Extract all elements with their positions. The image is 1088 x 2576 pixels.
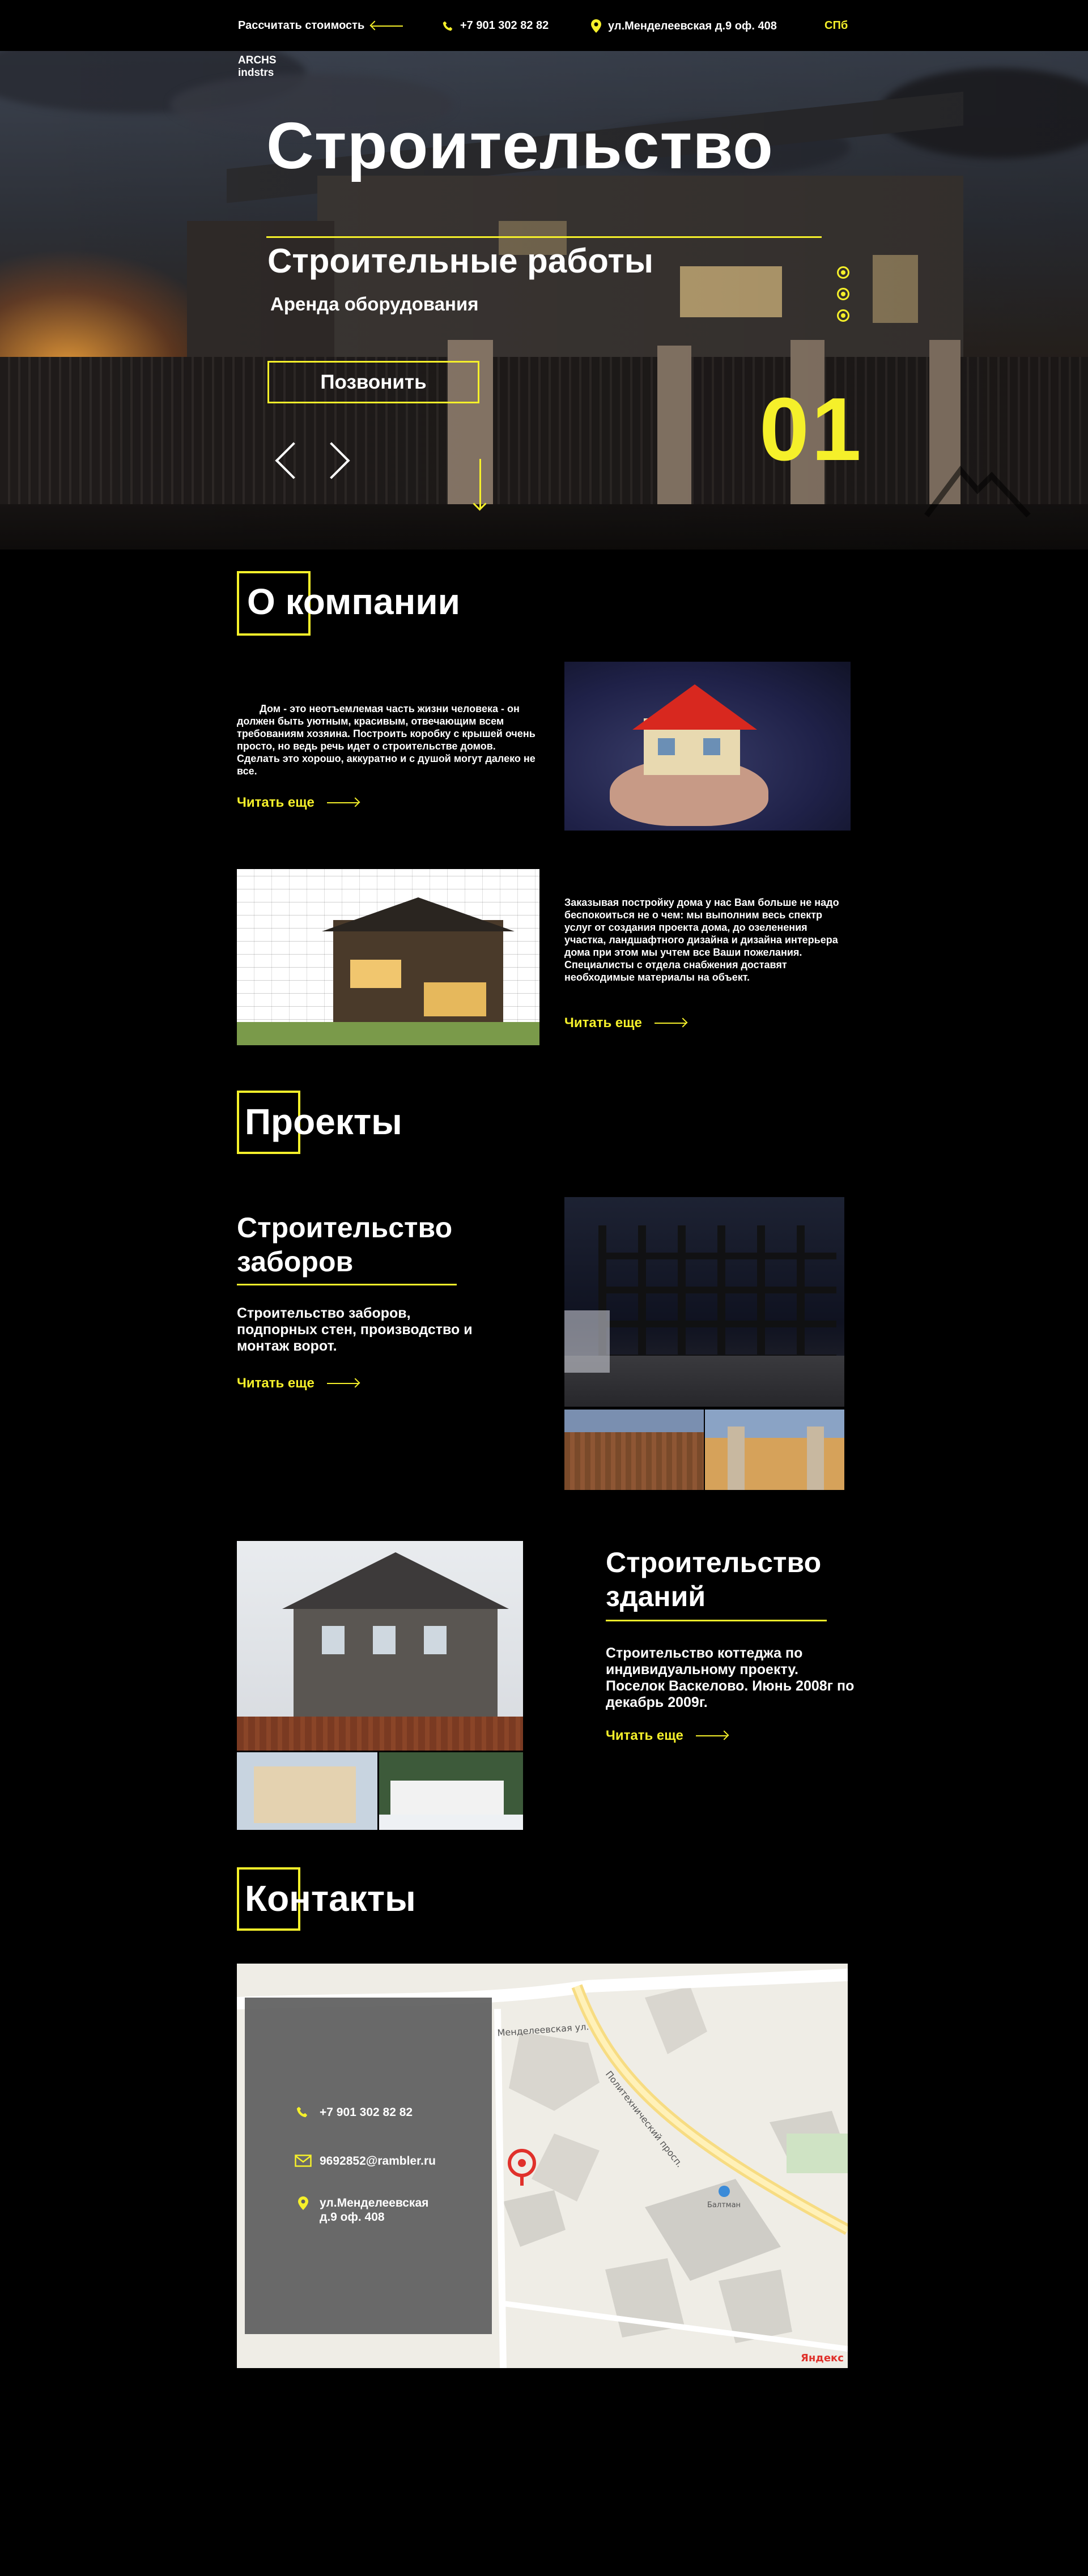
read-more-label: Читать еще [564, 1015, 642, 1031]
projects-heading: Проекты [237, 1091, 520, 1159]
slider-dot[interactable] [837, 266, 849, 279]
city-selector[interactable]: СПб [824, 19, 848, 32]
building-image-2 [237, 1752, 377, 1830]
calculate-cost-label: Рассчитать стоимость [238, 19, 365, 32]
project-1-title-line-2: заборов [237, 1246, 354, 1278]
wood-fence [564, 1432, 704, 1490]
gate-post [728, 1427, 745, 1490]
project-1-title: Строительство заборов [237, 1211, 452, 1279]
header-address[interactable]: ул.Менделеевская д.9 оф. 408 [591, 19, 777, 33]
house-model-roof [632, 684, 757, 730]
about-text-2: Заказывая постройку дома у нас Вам больш… [564, 897, 839, 983]
read-more-label: Читать еще [237, 795, 314, 810]
project-2-title-line-2: зданий [606, 1581, 706, 1612]
phone-icon [296, 2106, 308, 2118]
hero-title: Строительство [266, 109, 774, 182]
house-render-window [350, 960, 401, 988]
about-read-more-1[interactable]: Читать еще [237, 795, 359, 811]
about-read-more-2[interactable]: Читать еще [564, 1015, 686, 1031]
calculate-cost-link[interactable]: Рассчитать стоимость [238, 19, 403, 32]
hero-subtitle-2: Аренда оборудования [270, 293, 479, 314]
contact-address[interactable]: ул.Менделеевская д.9 оф. 408 [320, 2196, 428, 2224]
fence-image-3 [705, 1410, 844, 1490]
about-heading: О компании [237, 571, 520, 639]
building-wall [254, 1766, 356, 1823]
top-bar: Рассчитать стоимость +7 901 302 82 82 ул… [0, 0, 1088, 51]
hero-slider: ARCHS indstrs Строительство Строительные… [0, 51, 1088, 550]
contact-email[interactable]: 9692852@rambler.ru [320, 2154, 436, 2168]
contacts-heading: Контакты [237, 1867, 520, 1935]
snow [564, 1310, 610, 1373]
site-logo[interactable]: ARCHS indstrs [238, 54, 277, 79]
arrow-right-icon [326, 802, 359, 803]
house-model-window [658, 738, 675, 755]
contact-address-line-2: д.9 оф. 408 [320, 2211, 385, 2224]
contacts-title: Контакты [245, 1878, 416, 1919]
cottage-image [237, 1541, 523, 1751]
projects-title: Проекты [245, 1101, 402, 1142]
arrow-right-icon [326, 1383, 359, 1384]
map-place-label: Балтман [707, 2201, 741, 2209]
house-render-lawn [237, 1022, 539, 1045]
location-pin-icon [298, 2196, 308, 2210]
project-1-read-more[interactable]: Читать еще [237, 1376, 359, 1391]
arrow-left-icon [371, 25, 403, 27]
cottage-window [424, 1626, 447, 1654]
slider-dot[interactable] [837, 288, 849, 300]
cottage-roof [282, 1552, 509, 1609]
house-model-window [703, 738, 720, 755]
gate-grid [598, 1225, 836, 1361]
arrow-right-icon [654, 1023, 686, 1024]
house-render-roof [322, 897, 515, 931]
project-2-title-line-1: Строительство [606, 1547, 822, 1578]
location-pin-icon [591, 19, 601, 33]
email-icon [295, 2155, 312, 2167]
header-phone-text: +7 901 302 82 82 [460, 19, 549, 32]
logo-line-2: indstrs [238, 67, 274, 79]
project-2-underline [606, 1620, 827, 1621]
project-2-text: Строительство коттеджа по индивидуальном… [606, 1645, 855, 1710]
house-render [333, 920, 503, 1028]
project-1-title-line-1: Строительство [237, 1212, 453, 1244]
cottage-window [322, 1626, 345, 1654]
house-in-hands-image [564, 662, 851, 831]
contact-address-line-1: ул.Менделеевская [320, 2196, 429, 2209]
about-title: О компании [247, 581, 460, 622]
read-more-label: Читать еще [606, 1728, 683, 1743]
cottage-fence [237, 1717, 523, 1751]
snow [379, 1815, 523, 1830]
logo-line-1: ARCHS [238, 54, 277, 66]
project-1-text: Строительство заборов, подпорных стен, п… [237, 1305, 473, 1354]
scroll-down-arrow-icon[interactable] [479, 459, 481, 509]
about-text-1: Дом - это неотъемлемая часть жизни челов… [237, 703, 536, 777]
call-button[interactable]: Позвонить [267, 361, 479, 403]
fence-gate-image [564, 1197, 844, 1407]
hero-title-underline [266, 236, 822, 238]
project-2-read-more[interactable]: Читать еще [606, 1728, 728, 1744]
fence-image-2 [564, 1410, 704, 1490]
phone-icon [443, 21, 453, 31]
header-address-text: ул.Менделеевская д.9 оф. 408 [608, 19, 777, 32]
cottage-wall [294, 1603, 498, 1717]
project-1-underline [237, 1284, 457, 1285]
read-more-label: Читать еще [237, 1376, 314, 1391]
location-map[interactable]: Менделеевская ул. Политехнический просп.… [237, 1964, 848, 2368]
header-phone[interactable]: +7 901 302 82 82 [442, 19, 549, 32]
gate-post [807, 1427, 824, 1490]
building-image-3 [379, 1752, 523, 1830]
slider-dot[interactable] [837, 309, 849, 322]
slider-dots [837, 266, 851, 331]
city-label: СПб [824, 19, 848, 32]
house-blueprint-image [237, 869, 539, 1045]
cottage-window [373, 1626, 396, 1654]
contact-phone[interactable]: +7 901 302 82 82 [320, 2105, 413, 2119]
arrow-right-icon [695, 1735, 728, 1736]
slide-number: 01 [759, 380, 864, 479]
map-brand-label: Яндекс [801, 2352, 844, 2364]
contact-panel: +7 901 302 82 82 9692852@rambler.ru ул.М… [245, 1998, 492, 2334]
house-render-window [424, 982, 486, 1016]
watermark-mountain-icon [924, 466, 1031, 518]
hero-subtitle: Строительные работы [267, 242, 654, 280]
project-2-title: Строительство зданий [606, 1545, 821, 1613]
